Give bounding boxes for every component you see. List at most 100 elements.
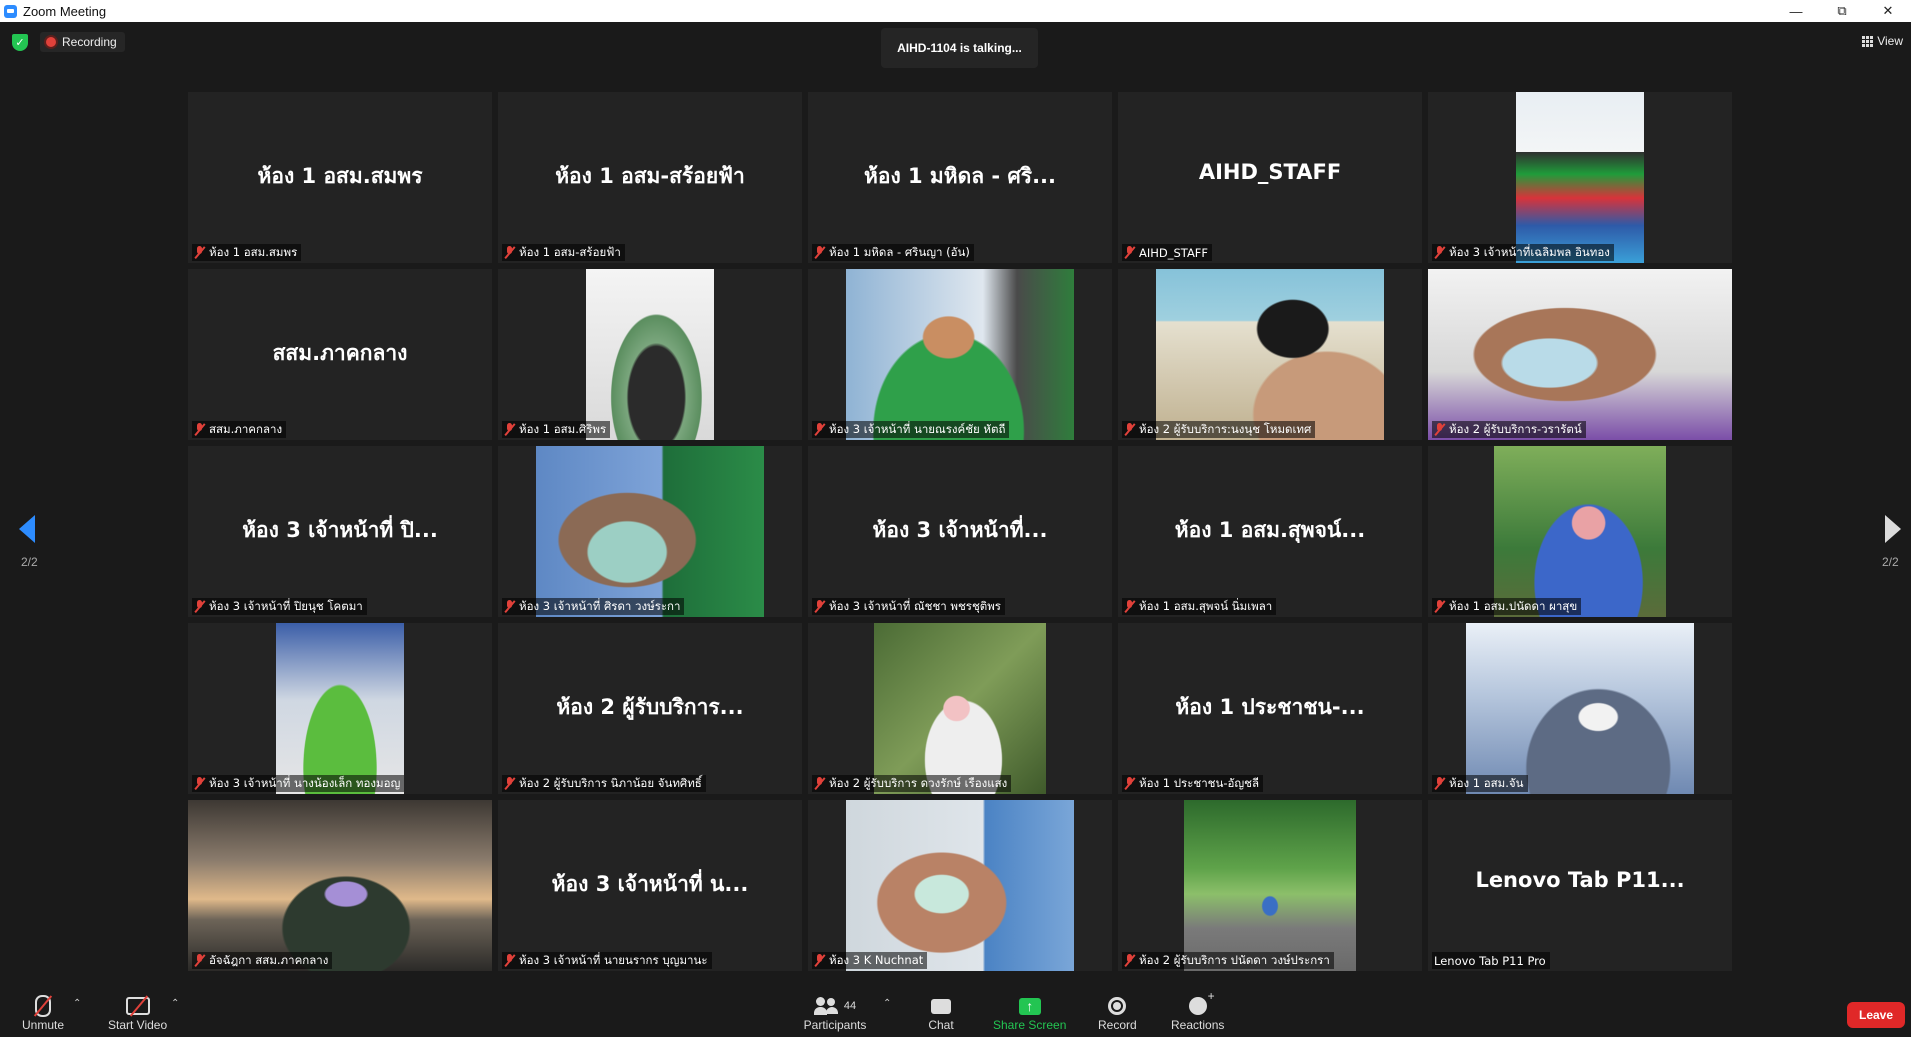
participants-button[interactable]: 44 Participants [803,994,867,1032]
share-screen-button[interactable]: ↑ Share Screen [993,994,1066,1032]
participant-name-large: ห้อง 1 ประชาชน-... [1175,695,1365,719]
participant-name: ห้อง 3 เจ้าหน้าที่ ณัชชา พชรชุติพร [829,598,1001,613]
unmute-label: Unmute [22,1018,65,1032]
muted-mic-icon [504,600,516,613]
participant-tile[interactable]: ห้อง 1 อสม.สมพร ห้อง 1 อสม.สมพร [188,92,492,263]
participant-name-large: AIHD_STAFF [1198,160,1342,184]
participant-tile[interactable]: ห้อง 3 เจ้าหน้าที่ นายณรงค์ชัย หัตถี [808,269,1112,440]
next-page-arrow-icon[interactable] [1885,515,1901,543]
participant-tile[interactable]: ห้อง 3 เจ้าหน้าที่ น... ห้อง 3 เจ้าหน้าท… [498,800,802,971]
participant-tile[interactable]: ห้อง 1 อสม.สุพจน์... ห้อง 1 อสม.สุพจน์ น… [1118,446,1422,617]
participant-label: ห้อง 3 เจ้าหน้าที่ นางน้องเล็ก ทองมอญ [192,775,405,792]
restore-icon[interactable]: ⧉ [1819,0,1865,22]
participant-tile[interactable]: ห้อง 2 ผู้รับบริการ ปนัดดา วงษ์ประกรา [1118,800,1422,971]
participant-tile[interactable]: ห้อง 3 เจ้าหน้าที่ ศิรดา วงษ์ระกา [498,446,802,617]
muted-mic-icon [504,246,516,259]
reactions-button[interactable]: Reactions [1171,989,1225,1032]
participant-tile[interactable]: สสม.ภาคกลาง สสม.ภาคกลาง [188,269,492,440]
participant-tile[interactable]: Lenovo Tab P11... Lenovo Tab P11 Pro [1428,800,1732,971]
participant-tile[interactable]: ห้อง 3 เจ้าหน้าที่เฉลิมพล อินทอง [1428,92,1732,263]
participant-name-large: สสม.ภาคกลาง [272,341,408,365]
participant-name: ห้อง 1 อสม.ปนัดดา ผาสุข [1449,598,1578,613]
participant-name-large: ห้อง 3 เจ้าหน้าที่ น... [551,872,749,896]
close-icon[interactable]: ✕ [1865,0,1911,22]
participant-tile[interactable]: ห้อง 3 เจ้าหน้าที่ ปิ... ห้อง 3 เจ้าหน้า… [188,446,492,617]
minimize-icon[interactable]: — [1773,0,1819,22]
participant-name: Lenovo Tab P11 Pro [1434,953,1546,968]
participant-tile[interactable]: ห้อง 2 ผู้รับบริการ-วรารัตน์ [1428,269,1732,440]
participant-label: ห้อง 1 อสม.สมพร [192,244,302,261]
participant-tile[interactable]: ห้อง 1 อสม-สร้อยฟ้า ห้อง 1 อสม-สร้อยฟ้า [498,92,802,263]
participant-tile[interactable]: ห้อง 3 เจ้าหน้าที่ นางน้องเล็ก ทองมอญ [188,623,492,794]
chat-button[interactable]: Chat [926,994,956,1032]
recording-label: Recording [62,35,117,49]
participant-name: ห้อง 1 อสม-สร้อยฟ้า [519,244,621,259]
video-feed [1516,92,1644,263]
participant-tile[interactable]: อัจฉัฎกา สสม.ภาคกลาง [188,800,492,971]
participant-label: ห้อง 1 ประชาชน-อัญชลี [1122,775,1264,792]
video-feed [846,269,1074,440]
muted-mic-icon [814,246,826,259]
participant-name: ห้อง 1 อสม.สมพร [209,244,298,259]
participant-label: ห้อง 2 ผู้รับบริการ ดวงรักษ์ เรืองแสง [812,775,1012,792]
participant-label: ห้อง 3 เจ้าหน้าที่ ศิรดา วงษ์ระกา [502,598,685,615]
participant-label: AIHD_STAFF [1122,244,1213,261]
page-indicator-left: 2/2 [21,555,38,569]
participant-name-large: ห้อง 1 อสม-สร้อยฟ้า [555,164,745,188]
participant-name: ห้อง 3 เจ้าหน้าที่ นางน้องเล็ก ทองมอญ [209,775,401,790]
participant-name: ห้อง 3 K Nuchnat [829,952,924,967]
participant-tile[interactable]: ห้อง 2 ผู้รับบริการ... ห้อง 2 ผู้รับบริก… [498,623,802,794]
participant-name: อัจฉัฎกา สสม.ภาคกลาง [209,952,329,967]
participant-tile[interactable]: ห้อง 1 มหิดล - ศริ... ห้อง 1 มหิดล - ศริ… [808,92,1112,263]
participants-options-caret-icon[interactable]: ⌃ [883,998,891,1009]
security-shield-icon[interactable]: ✓ [12,34,28,51]
start-video-button[interactable]: Start Video [108,994,167,1032]
leave-button[interactable]: Leave [1847,1002,1905,1028]
participant-tile[interactable]: ห้อง 1 อสม.ปนัดดา ผาสุข [1428,446,1732,617]
participant-label: ห้อง 3 เจ้าหน้าที่ ปิยนุช โคตมา [192,598,367,615]
participant-tile[interactable]: AIHD_STAFF AIHD_STAFF [1118,92,1422,263]
participant-label: ห้อง 3 เจ้าหน้าที่ นายณรงค์ชัย หัตถี [812,421,1010,438]
participant-label: ห้อง 2 ผู้รับบริการ นิภาน้อย จันทศิทธิ์ [502,775,706,792]
participant-name: ห้อง 3 เจ้าหน้าที่เฉลิมพล อินทอง [1449,244,1610,259]
participant-name: ห้อง 1 อสม.สุพจน์ นิ่มเพลา [1139,598,1273,613]
participant-name: ห้อง 2 ผู้รับบริการ ดวงรักษ์ เรืองแสง [829,775,1008,790]
video-feed [276,623,404,794]
participant-name: ห้อง 3 เจ้าหน้าที่ ปิยนุช โคตมา [209,598,363,613]
participant-label: ห้อง 1 อสม.ศิริพร [502,421,611,438]
video-off-icon [125,997,150,1015]
participant-tile[interactable]: ห้อง 2 ผู้รับบริการ ดวงรักษ์ เรืองแสง [808,623,1112,794]
participant-name: สสม.ภาคกลาง [209,421,283,436]
participant-label: ห้อง 1 อสม.ปนัดดา ผาสุข [1432,598,1582,615]
grid-view-icon [1862,35,1874,47]
muted-mic-icon [814,423,826,436]
participant-tile[interactable]: ห้อง 2 ผู้รับบริการ:นงนุช โหมดเทศ [1118,269,1422,440]
muted-mic-icon [814,954,826,967]
share-screen-icon: ↑ [1018,997,1041,1015]
participant-name-large: ห้อง 1 อสม.สุพจน์... [1174,518,1366,542]
muted-mic-icon [814,600,826,613]
unmute-button[interactable]: Unmute [22,994,64,1032]
participant-tile[interactable]: ห้อง 3 K Nuchnat [808,800,1112,971]
recording-indicator[interactable]: Recording [40,32,125,52]
previous-page-arrow-icon[interactable] [19,515,35,543]
record-label: Record [1098,1018,1137,1032]
participant-tile[interactable]: ห้อง 1 อสม.ศิริพร [498,269,802,440]
record-button[interactable]: Record [1098,994,1137,1032]
participant-label: ห้อง 1 มหิดล - ศรินญา (อัน) [812,244,974,261]
participant-tile[interactable]: ห้อง 3 เจ้าหน้าที่... ห้อง 3 เจ้าหน้าที่… [808,446,1112,617]
participant-tile[interactable]: ห้อง 1 อสม.จัน [1428,623,1732,794]
participant-tile[interactable]: ห้อง 1 ประชาชน-... ห้อง 1 ประชาชน-อัญชลี [1118,623,1422,794]
participant-name-large: ห้อง 1 อสม.สมพร [257,164,423,188]
muted-mic-icon [194,246,206,259]
reactions-label: Reactions [1171,1018,1225,1032]
video-feed [846,800,1074,971]
share-screen-label: Share Screen [993,1018,1067,1032]
view-button[interactable]: View [1862,34,1903,48]
video-options-caret-icon[interactable]: ⌃ [171,998,179,1009]
audio-options-caret-icon[interactable]: ⌃ [73,998,81,1009]
participant-label: ห้อง 1 อสม.สุพจน์ นิ่มเพลา [1122,598,1277,615]
video-feed [1466,623,1694,794]
participant-name: ห้อง 2 ผู้รับบริการ ปนัดดา วงษ์ประกรา [1139,952,1330,967]
chat-icon [931,998,951,1014]
